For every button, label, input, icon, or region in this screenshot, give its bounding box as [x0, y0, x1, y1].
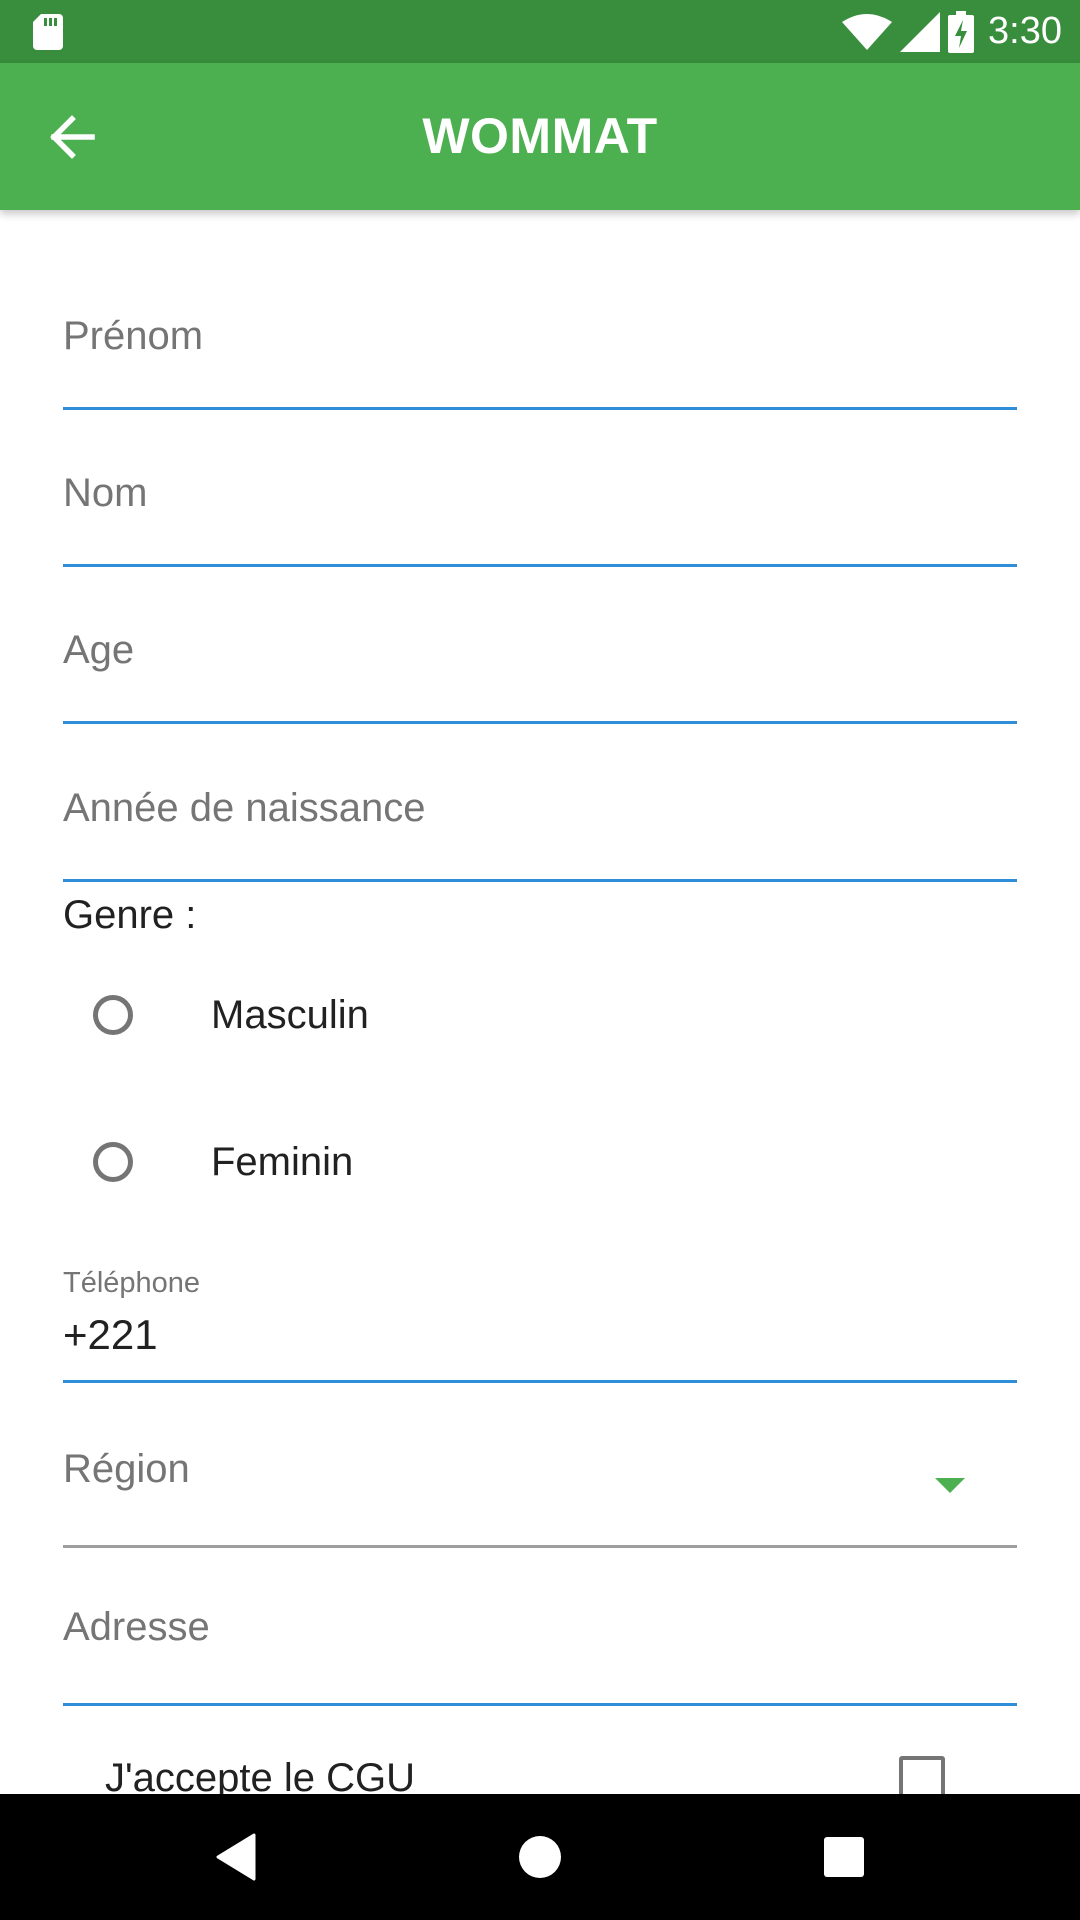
nav-back-button[interactable] — [173, 1794, 299, 1920]
adresse-underline — [63, 1703, 1017, 1706]
annee-naissance-underline — [63, 879, 1017, 882]
app-bar: WOMMAT — [0, 63, 1080, 210]
radio-feminin-label: Feminin — [211, 1139, 354, 1184]
adresse-input[interactable] — [63, 1591, 1021, 1705]
cgu-checkbox[interactable] — [899, 1756, 945, 1794]
nom-underline — [63, 564, 1017, 567]
radio-masculin[interactable]: Masculin — [63, 960, 963, 1070]
status-time: 3:30 — [988, 10, 1062, 52]
system-nav-bar — [0, 1794, 1080, 1920]
genre-label: Genre : — [63, 893, 197, 937]
app-title: WOMMAT — [422, 108, 658, 164]
nom-field[interactable]: Nom — [63, 457, 1021, 571]
telephone-input[interactable]: +221 — [63, 1311, 158, 1359]
home-circle-icon — [519, 1836, 561, 1878]
annee-naissance-field[interactable]: Année de naissance — [63, 772, 1021, 886]
radio-unchecked-icon[interactable] — [93, 995, 133, 1035]
prenom-underline — [63, 407, 1017, 410]
battery-charging-icon — [948, 10, 975, 53]
status-bar: 3:30 — [0, 0, 1080, 63]
sd-card-icon — [33, 14, 63, 50]
region-placeholder: Région — [63, 1447, 190, 1491]
telephone-field[interactable] — [63, 1380, 1017, 1384]
nom-input[interactable] — [63, 457, 1021, 571]
registration-form: Prénom Nom Age Année de naissance Genre … — [0, 210, 1080, 1794]
age-underline — [63, 721, 1017, 724]
back-triangle-icon — [216, 1833, 256, 1881]
radio-masculin-label: Masculin — [211, 992, 369, 1037]
cgu-label: J'accepte le CGU — [105, 1756, 415, 1794]
prenom-field[interactable]: Prénom — [63, 300, 1021, 414]
telephone-underline — [63, 1380, 1017, 1383]
dropdown-arrow-icon[interactable] — [935, 1478, 965, 1493]
radio-unchecked-icon[interactable] — [93, 1142, 133, 1182]
region-underline — [63, 1545, 1017, 1548]
nav-recents-button[interactable] — [781, 1794, 907, 1920]
telephone-label: Téléphone — [63, 1267, 201, 1299]
nav-home-button[interactable] — [477, 1794, 603, 1920]
status-icons: 3:30 — [834, 0, 1062, 63]
radio-feminin[interactable]: Feminin — [63, 1107, 963, 1217]
adresse-field[interactable]: Adresse — [63, 1591, 1021, 1706]
recents-square-icon — [824, 1837, 864, 1877]
signal-icon — [900, 11, 941, 52]
prenom-input[interactable] — [63, 300, 1021, 414]
annee-naissance-input[interactable] — [63, 772, 1021, 886]
region-dropdown[interactable]: Région — [63, 1433, 1017, 1548]
wifi-icon — [842, 13, 893, 50]
age-field[interactable]: Age — [63, 614, 1021, 728]
age-input[interactable] — [63, 614, 1021, 728]
